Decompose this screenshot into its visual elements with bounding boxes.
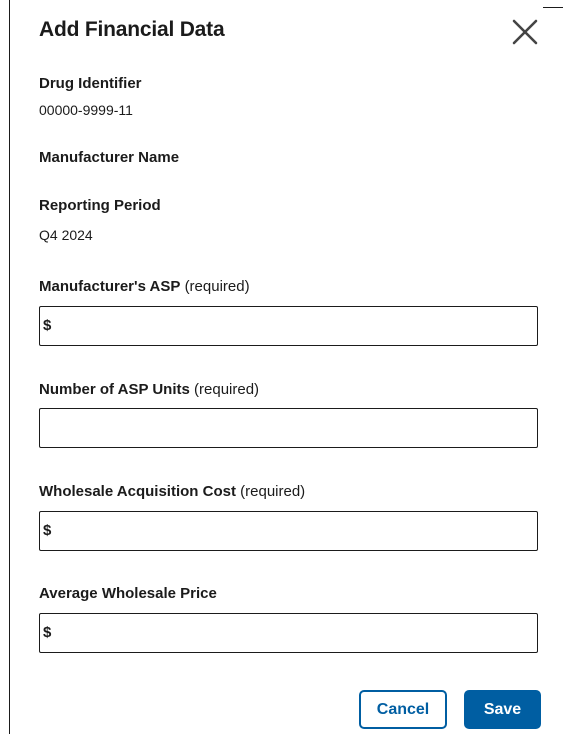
asp-units-label: Number of ASP Units (required)	[39, 380, 259, 400]
modal-left-border	[9, 0, 10, 734]
drug-identifier-label: Drug Identifier	[39, 75, 142, 92]
average-wholesale-price-label: Average Wholesale Price	[39, 584, 217, 604]
reporting-period-label: Reporting Period	[39, 197, 161, 214]
manufacturer-asp-input[interactable]	[51, 307, 537, 345]
currency-prefix: $	[43, 624, 52, 641]
close-icon	[510, 17, 540, 47]
add-financial-data-modal: Add Financial Data Drug Identifier 00000…	[0, 0, 563, 734]
reporting-period-value: Q4 2024	[39, 227, 93, 243]
currency-prefix: $	[43, 522, 52, 539]
average-wholesale-price-input[interactable]	[51, 614, 537, 652]
drug-identifier-value: 00000-9999-11	[39, 102, 133, 118]
asp-units-input[interactable]	[40, 409, 537, 447]
close-button[interactable]	[510, 17, 540, 47]
wholesale-acquisition-cost-label-text: Wholesale Acquisition Cost	[39, 483, 236, 500]
manufacturer-asp-label: Manufacturer's ASP (required)	[39, 277, 250, 297]
currency-prefix: $	[43, 317, 52, 334]
asp-units-field[interactable]	[39, 408, 538, 448]
wholesale-acquisition-cost-field[interactable]: $	[39, 511, 538, 551]
required-indicator: (required)	[184, 278, 250, 295]
modal-title: Add Financial Data	[39, 18, 225, 41]
required-indicator: (required)	[194, 381, 260, 398]
manufacturer-asp-field[interactable]: $	[39, 306, 538, 346]
cancel-button[interactable]: Cancel	[359, 690, 447, 729]
average-wholesale-price-label-text: Average Wholesale Price	[39, 585, 217, 602]
average-wholesale-price-field[interactable]: $	[39, 613, 538, 653]
required-indicator: (required)	[240, 483, 306, 500]
modal-top-border	[543, 7, 563, 8]
wholesale-acquisition-cost-label: Wholesale Acquisition Cost (required)	[39, 482, 305, 502]
save-button[interactable]: Save	[464, 690, 541, 729]
wholesale-acquisition-cost-input[interactable]	[51, 512, 537, 550]
manufacturer-asp-label-text: Manufacturer's ASP	[39, 278, 181, 295]
asp-units-label-text: Number of ASP Units	[39, 381, 190, 398]
manufacturer-name-label: Manufacturer Name	[39, 149, 180, 166]
